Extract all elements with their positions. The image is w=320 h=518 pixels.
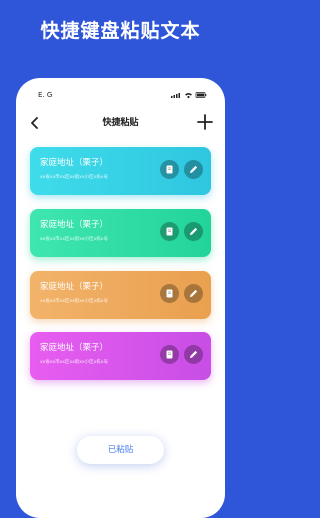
copy-button[interactable] xyxy=(160,284,179,303)
card-title: 家庭地址（栗子） xyxy=(40,343,109,353)
copy-icon xyxy=(166,350,173,359)
promo-headline: 快捷键盘粘贴文本 xyxy=(40,20,201,42)
card-address: xx省xx市xx区xx街xx小区x栋x号 xyxy=(40,299,108,304)
edit-button[interactable] xyxy=(184,345,203,364)
card-address: xx省xx市xx区xx街xx小区x栋x号 xyxy=(40,237,108,242)
card-address: xx省xx市xx区xx街xx小区x栋x号 xyxy=(40,175,108,180)
phone-screen: E. G 快捷粘贴 家庭地址（栗子） xx省xx市xx区xx街xx小区x栋x号 家庭… xyxy=(16,78,225,518)
card-title: 家庭地址（栗子） xyxy=(40,158,109,168)
card-title: 家庭地址（栗子） xyxy=(40,282,109,292)
card-title: 家庭地址（栗子） xyxy=(40,220,109,230)
pencil-icon xyxy=(190,350,198,358)
clip-card[interactable]: 家庭地址（栗子） xx省xx市xx区xx街xx小区x栋x号 xyxy=(30,271,211,319)
copy-icon xyxy=(166,289,173,298)
add-button[interactable] xyxy=(195,112,215,132)
pencil-icon xyxy=(190,289,198,297)
clip-card[interactable]: 家庭地址（栗子） xx省xx市xx区xx街xx小区x栋x号 xyxy=(30,147,211,195)
status-icons xyxy=(169,91,209,99)
page-title: 快捷粘贴 xyxy=(102,118,139,128)
clip-card[interactable]: 家庭地址（栗子） xx省xx市xx区xx街xx小区x栋x号 xyxy=(30,209,211,257)
copy-button[interactable] xyxy=(160,345,179,364)
clip-card[interactable]: 家庭地址（栗子） xx省xx市xx区xx街xx小区x栋x号 xyxy=(30,332,211,380)
status-carrier: E. G xyxy=(38,91,53,99)
pasted-button[interactable]: 已粘贴 xyxy=(77,436,164,464)
copy-button[interactable] xyxy=(160,160,179,179)
edit-button[interactable] xyxy=(184,160,203,179)
edit-button[interactable] xyxy=(184,284,203,303)
copy-icon xyxy=(166,165,173,174)
copy-icon xyxy=(166,227,173,236)
pencil-icon xyxy=(190,165,198,173)
card-address: xx省xx市xx区xx街xx小区x栋x号 xyxy=(40,360,108,365)
plus-icon xyxy=(197,114,213,130)
copy-button[interactable] xyxy=(160,222,179,241)
edit-button[interactable] xyxy=(184,222,203,241)
nav-bar: 快捷粘贴 xyxy=(16,112,225,134)
pencil-icon xyxy=(190,227,198,235)
